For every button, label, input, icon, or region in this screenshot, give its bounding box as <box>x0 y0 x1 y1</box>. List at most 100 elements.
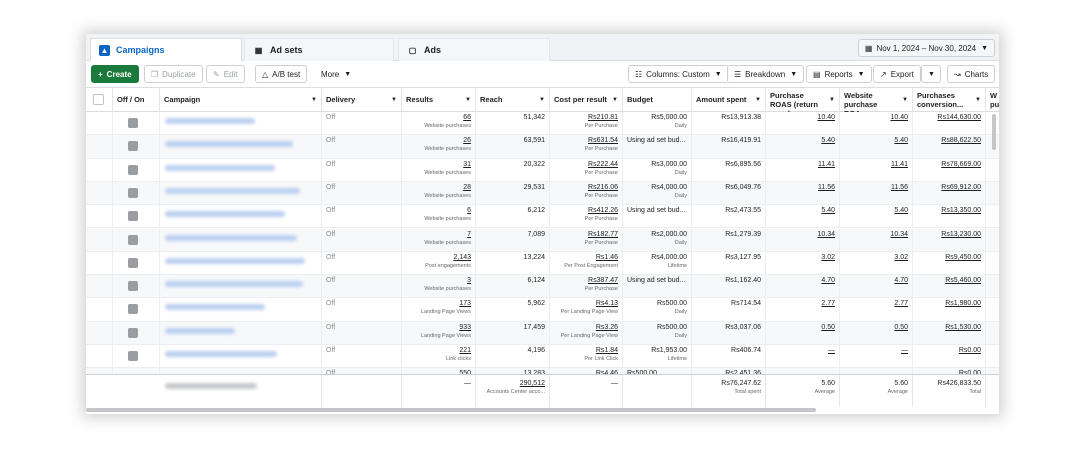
campaign-name-redacted <box>165 187 300 194</box>
table-row[interactable]: Off 173 Landing Page Views 5,962 Rs4.13 Per L… <box>86 298 999 322</box>
row-toggle-cell <box>113 112 160 135</box>
toggle-switch[interactable] <box>128 281 138 292</box>
table-row[interactable]: Off 2,143 Post engagements 13,224 Rs1.46 Per … <box>86 251 999 276</box>
table-row[interactable]: Off 26 Website purchases 63,591 Rs631.54 Per … <box>86 135 999 159</box>
campaign-name-cell[interactable] <box>160 345 322 368</box>
campaign-name-cell[interactable] <box>160 181 322 205</box>
row-select-cell <box>86 275 113 299</box>
export-options-button[interactable]: ▼ <box>921 65 941 83</box>
cell-spent: Rs406.74 <box>692 345 766 368</box>
campaign-name-redacted <box>165 257 305 264</box>
breakdown-icon: ☰ <box>734 69 742 79</box>
breakdown-button[interactable]: ☰ Breakdown ▼ <box>727 65 805 83</box>
toggle-switch[interactable] <box>128 351 138 361</box>
cell-wproas: 11.41 <box>840 158 913 182</box>
campaign-name-cell[interactable] <box>160 298 322 322</box>
toggle-switch[interactable] <box>128 118 138 128</box>
date-range-picker[interactable]: ▦ Nov 1, 2024 – Nov 30, 2024 ▼ <box>857 39 995 57</box>
cell-reach: 13,224 <box>476 251 550 275</box>
col-delivery[interactable]: Delivery ▼ <box>322 88 402 112</box>
export-button[interactable]: ↗ Export <box>873 65 921 83</box>
col-website-purchases[interactable]: W pu <box>986 88 999 112</box>
pencil-icon: ✎ <box>213 69 220 79</box>
row-toggle-cell <box>113 275 160 299</box>
grid-icon: ▦ <box>254 45 263 55</box>
create-button[interactable]: + Create <box>91 65 139 83</box>
toggle-switch[interactable] <box>128 141 138 152</box>
table-row[interactable]: Off 933 Landing Page Views 17,459 Rs3.26 Per … <box>86 321 999 345</box>
toggle-switch[interactable] <box>128 164 138 175</box>
cell-results: 31 Website purchases <box>402 158 476 182</box>
campaign-name-cell[interactable] <box>160 275 322 299</box>
cell-website-purchases <box>986 229 999 252</box>
vertical-scrollbar[interactable] <box>992 114 996 150</box>
campaign-name-cell[interactable] <box>160 112 322 135</box>
row-toggle-cell <box>113 228 160 252</box>
campaign-name-cell[interactable] <box>160 205 322 229</box>
select-all-checkbox[interactable] <box>93 94 104 105</box>
campaign-name-cell[interactable] <box>160 158 322 182</box>
table-row[interactable]: Off 3 Website purchases 6,124 Rs387.47 Per Pu… <box>86 275 999 299</box>
edit-button[interactable]: ✎ Edit <box>206 65 245 83</box>
table-row[interactable]: Off 6 Website purchases 6,212 Rs412.26 Per Pu… <box>86 205 999 229</box>
toggle-switch[interactable] <box>128 234 138 245</box>
reports-button[interactable]: ▤ Reports ▼ <box>806 65 872 83</box>
cell-cpr: Rs1.46 Per Post Engagement <box>550 251 623 275</box>
col-cost-per-result[interactable]: Cost per result ▼ <box>550 88 623 112</box>
cell-website-purchases <box>986 275 999 298</box>
cell-delivery: Off <box>322 205 402 229</box>
toggle-switch[interactable] <box>128 187 138 198</box>
cell-wproas: 4.70 <box>840 275 913 299</box>
tab-ads[interactable]: ▢ Ads <box>398 38 550 61</box>
col-amount-spent[interactable]: Amount spent ▼ <box>692 88 766 112</box>
col-campaign[interactable]: Campaign ▼ <box>160 88 322 112</box>
cell-budget: Rs3,000.00 Daily <box>623 158 692 182</box>
ab-test-button[interactable]: △ A/B test <box>255 65 308 83</box>
col-results[interactable]: Results ▼ <box>402 88 476 112</box>
sort-icon: ▼ <box>755 97 761 103</box>
cell-budget: Rs1,953.00 Lifetime <box>623 345 692 368</box>
tab-ad-sets[interactable]: ▦ Ad sets <box>244 38 394 61</box>
ads-manager-window: ▲ Campaigns ▦ Ad sets ▢ Ads ▦ Nov 1, 202… <box>86 34 999 414</box>
toggle-switch[interactable] <box>128 304 138 315</box>
table-row[interactable]: Off 28 Website purchases 29,531 Rs216.06 Per … <box>86 181 999 206</box>
toggle-switch[interactable] <box>128 257 138 268</box>
col-off-on[interactable]: Off / On <box>113 88 160 112</box>
duplicate-button[interactable]: ❐ Duplicate <box>144 65 203 83</box>
campaign-name-cell[interactable] <box>160 135 322 159</box>
col-purchases-conversion[interactable]: Purchases conversion... ▼ <box>913 88 986 112</box>
toggle-switch[interactable] <box>128 327 138 338</box>
tab-campaigns[interactable]: ▲ Campaigns <box>90 38 242 61</box>
col-website-purchase-roas[interactable]: Website purchase ROA...▼ <box>840 88 913 112</box>
cell-pconv: Rs13,230.00 <box>913 228 986 252</box>
cell-cpr: Rs3.26 Per Landing Page View <box>550 321 623 345</box>
cell-pconv: Rs69,912.00 <box>913 181 986 205</box>
horizontal-scrollbar[interactable] <box>86 408 816 412</box>
table-row[interactable]: Off 31 Website purchases 20,322 Rs222.44 Per … <box>86 158 999 182</box>
col-reach[interactable]: Reach ▼ <box>476 88 550 112</box>
col-purchase-roas[interactable]: Purchase ROAS (return on ad...▼ <box>766 88 840 112</box>
cell-website-purchases <box>986 205 999 228</box>
campaign-name-cell[interactable] <box>160 228 322 252</box>
toggle-switch[interactable] <box>128 211 138 222</box>
level-tabs: ▲ Campaigns ▦ Ad sets ▢ Ads ▦ Nov 1, 202… <box>86 34 999 61</box>
table-row[interactable]: Off 221 Link clicks 4,196 Rs1.84 Per Link Cli… <box>86 345 999 369</box>
totals-purchase-roas: 5.60 Average <box>766 375 840 407</box>
col-budget[interactable]: Budget <box>623 88 692 112</box>
cell-proas: 10.40 <box>766 112 840 135</box>
row-select-cell <box>86 135 113 159</box>
charts-button[interactable]: ↝ Charts <box>947 65 996 83</box>
cell-proas: 11.56 <box>766 181 840 205</box>
table-row[interactable]: Off 7 Website purchases 7,089 Rs182.77 Per Pu… <box>86 228 999 252</box>
columns-button[interactable]: ☷ Columns: Custom ▼ <box>628 65 729 83</box>
row-select-cell <box>86 345 113 368</box>
cell-pconv: Rs144,630.00 <box>913 112 986 135</box>
table-row[interactable]: Off 66 Website purchases 51,342 Rs210.81 Per … <box>86 112 999 136</box>
more-button[interactable]: More ▼ <box>315 65 358 83</box>
row-select-cell <box>86 181 113 205</box>
cell-pconv: Rs5,460.00 <box>913 275 986 299</box>
cell-results: 3 Website purchases <box>402 275 476 299</box>
campaign-name-cell[interactable] <box>160 321 322 345</box>
campaign-name-cell[interactable] <box>160 251 322 275</box>
cell-reach: 20,322 <box>476 158 550 182</box>
